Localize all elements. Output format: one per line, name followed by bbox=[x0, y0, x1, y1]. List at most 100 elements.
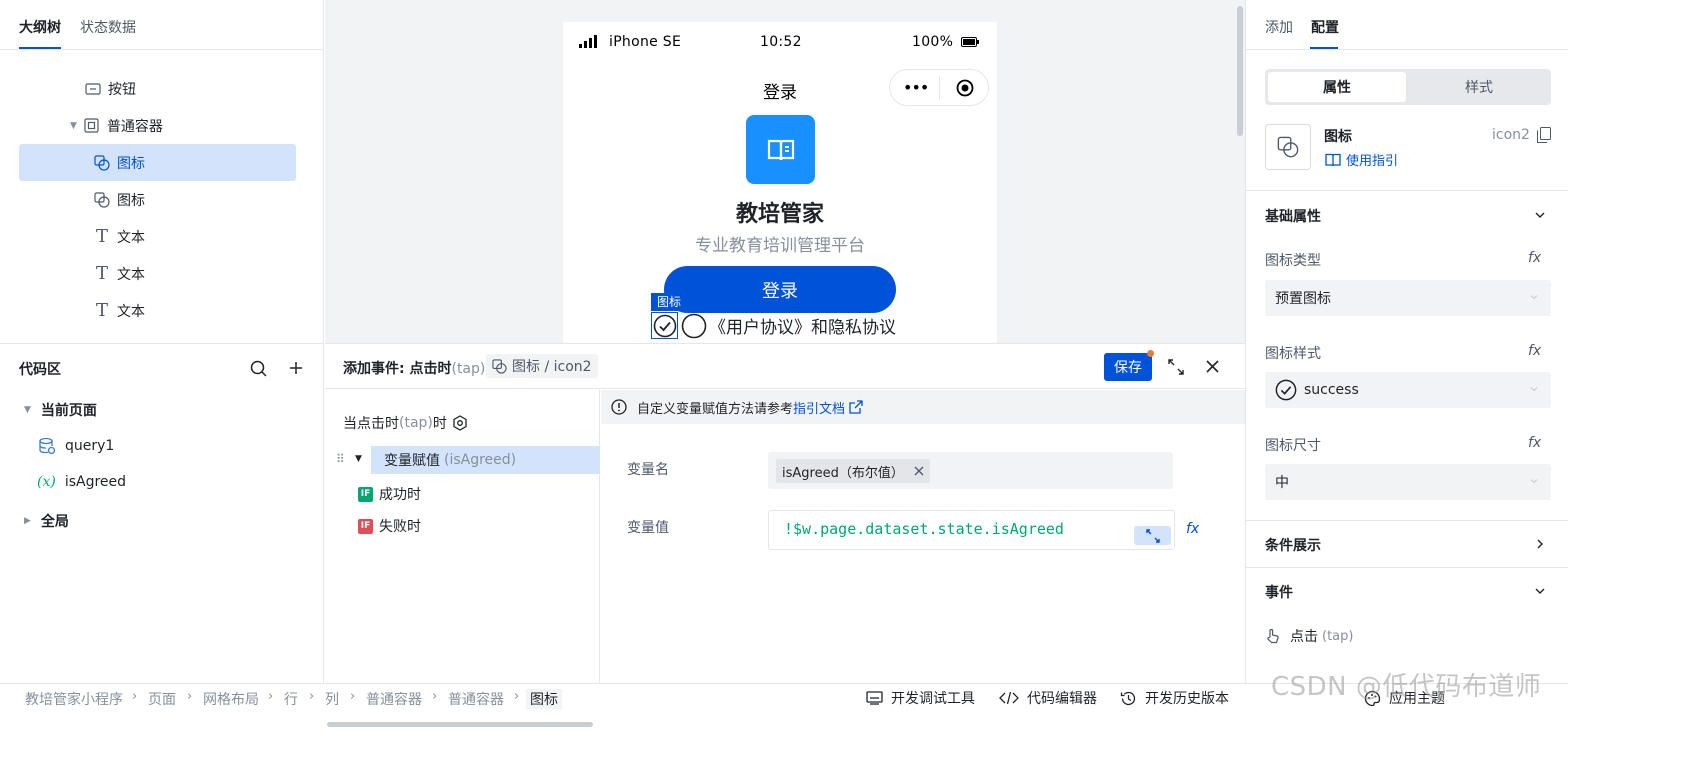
phone-preview: iPhone SE 10:52 100% 登录 ••• 教培管家 专业教育培训管… bbox=[563, 22, 997, 343]
agreement-text[interactable]: 《用户协议》和隐私协议 bbox=[709, 313, 896, 338]
design-canvas[interactable]: iPhone SE 10:52 100% 登录 ••• 教培管家 专业教育培训管… bbox=[325, 0, 1245, 343]
breadcrumb-item[interactable]: 页面 bbox=[148, 689, 176, 709]
component-id: icon2 bbox=[1492, 127, 1530, 143]
event-tap-item[interactable]: 点击 (tap) bbox=[1265, 626, 1353, 646]
database-icon bbox=[38, 437, 56, 455]
chevron-right-icon[interactable] bbox=[1534, 538, 1546, 550]
breadcrumb-item[interactable]: 网格布局 bbox=[203, 689, 259, 709]
trigger-node[interactable]: 当点击时 (tap) 时 bbox=[343, 413, 468, 433]
search-icon[interactable] bbox=[250, 360, 267, 377]
history-icon bbox=[1120, 691, 1136, 705]
drag-handle-icon[interactable]: ⠿ bbox=[336, 452, 345, 466]
tree-item-button[interactable]: 按钮 bbox=[84, 70, 136, 107]
selection-label: 图标 bbox=[651, 293, 688, 311]
icon-size-label: 图标尺寸 bbox=[1265, 438, 1321, 454]
breadcrumb-separator: › bbox=[132, 689, 138, 704]
add-icon[interactable] bbox=[289, 361, 303, 375]
code-editor-tool[interactable]: 代码编辑器 bbox=[999, 688, 1097, 708]
usage-guide-link[interactable]: 使用指引 bbox=[1325, 150, 1398, 169]
breadcrumb-current[interactable]: 图标 bbox=[526, 689, 562, 709]
breadcrumb-item[interactable]: 行 bbox=[284, 689, 298, 709]
if-fail-badge: IF bbox=[358, 518, 373, 534]
close-icon[interactable] bbox=[1206, 360, 1219, 373]
basic-props-title[interactable]: 基础属性 bbox=[1265, 206, 1321, 226]
var-name-field[interactable]: isAgreed（布尔值） bbox=[768, 452, 1173, 489]
copy-icon[interactable] bbox=[1537, 127, 1551, 143]
tree-item-text[interactable]: T 文本 bbox=[93, 218, 145, 255]
tree-item-text[interactable]: T 文本 bbox=[93, 255, 145, 292]
tree-item-text[interactable]: T 文本 bbox=[93, 292, 145, 329]
code-item-isagreed[interactable]: (𝑥) isAgreed bbox=[37, 474, 126, 490]
caret-down-icon[interactable]: ▼ bbox=[70, 121, 77, 131]
book-icon bbox=[767, 139, 794, 160]
component-chip: 图标 / icon2 bbox=[486, 354, 598, 378]
icon-style-select[interactable]: success bbox=[1265, 372, 1551, 408]
unsaved-dot bbox=[1147, 350, 1154, 357]
mini-program-capsule[interactable]: ••• bbox=[889, 69, 989, 106]
signal-icon bbox=[579, 35, 599, 48]
close-target-icon[interactable] bbox=[956, 79, 974, 97]
caret-right-icon: ▶ bbox=[24, 516, 31, 526]
text-component-icon: T bbox=[95, 263, 108, 284]
tree-item-icon-selected[interactable]: 图标 bbox=[19, 144, 296, 181]
tree-item-label: 普通容器 bbox=[106, 118, 163, 135]
dev-debug-tool[interactable]: 开发调试工具 bbox=[866, 688, 975, 708]
remove-tag-icon bbox=[914, 466, 924, 476]
global-group[interactable]: ▶ 全局 bbox=[24, 511, 69, 531]
login-button[interactable]: 登录 bbox=[664, 266, 896, 313]
var-value-code-input[interactable]: !$w.page.dataset.state.isAgreed bbox=[768, 510, 1175, 550]
chevron-down-icon bbox=[1529, 476, 1539, 486]
breadcrumb-item[interactable]: 教培管家小程序 bbox=[25, 689, 123, 709]
on-success-node[interactable]: IF 成功时 bbox=[358, 484, 421, 504]
fx-icon[interactable]: fx bbox=[1186, 521, 1199, 537]
on-fail-node[interactable]: IF 失败时 bbox=[358, 516, 421, 536]
tab-state-data[interactable]: 状态数据 bbox=[80, 17, 136, 37]
caret-down-icon[interactable]: ▼ bbox=[355, 454, 362, 464]
guide-doc-link[interactable]: 指引文档 bbox=[793, 398, 845, 417]
fx-icon[interactable]: fx bbox=[1528, 250, 1541, 266]
more-dots-icon[interactable]: ••• bbox=[903, 80, 929, 96]
unchecked-circle-icon[interactable] bbox=[681, 313, 707, 339]
history-versions-tool[interactable]: 开发历史版本 bbox=[1120, 688, 1229, 708]
fx-icon[interactable]: fx bbox=[1528, 343, 1541, 359]
condition-display-title[interactable]: 条件展示 bbox=[1265, 535, 1321, 555]
battery-percent: 100% bbox=[912, 34, 954, 50]
segment-properties[interactable]: 属性 bbox=[1268, 72, 1406, 102]
current-page-group[interactable]: ▼ 当前页面 bbox=[24, 400, 97, 420]
button-component-icon bbox=[84, 80, 102, 98]
tree-item-label: 图标 bbox=[117, 192, 145, 209]
divider bbox=[1246, 190, 1568, 191]
tree-item-icon[interactable]: 图标 bbox=[93, 181, 145, 218]
event-title: 添加事件: 点击时(tap) bbox=[343, 361, 486, 377]
tab-outline-tree[interactable]: 大纲树 bbox=[19, 17, 61, 37]
tab-add[interactable]: 添加 bbox=[1265, 17, 1293, 37]
chevron-down-icon[interactable] bbox=[1534, 209, 1546, 221]
csdn-watermark: CSDN @低代码布道师 bbox=[1271, 672, 1542, 702]
events-title[interactable]: 事件 bbox=[1265, 582, 1293, 602]
code-item-query1[interactable]: query1 bbox=[38, 437, 114, 455]
horizontal-scrollbar[interactable] bbox=[327, 722, 593, 727]
app-subtitle: 专业教育培训管理平台 bbox=[695, 236, 865, 256]
icon-style-label: 图标样式 bbox=[1265, 346, 1321, 362]
segment-style[interactable]: 样式 bbox=[1410, 72, 1548, 102]
fx-icon[interactable]: fx bbox=[1528, 435, 1541, 451]
tab-config[interactable]: 配置 bbox=[1311, 17, 1339, 37]
expand-editor-button[interactable] bbox=[1134, 526, 1171, 545]
icon-type-select[interactable]: 预置图标 bbox=[1265, 280, 1551, 316]
canvas-scrollbar[interactable] bbox=[1237, 6, 1243, 136]
breadcrumb-item[interactable]: 列 bbox=[325, 689, 339, 709]
code-area-panel: 代码区 ▼ 当前页面 query1 (𝑥) isAgreed ▶ 全局 bbox=[0, 343, 324, 683]
app-logo bbox=[746, 115, 815, 184]
fullscreen-icon[interactable] bbox=[1168, 359, 1184, 375]
breadcrumb-item[interactable]: 普通容器 bbox=[448, 689, 504, 709]
chevron-down-icon bbox=[1529, 292, 1539, 302]
config-tabs: 添加 配置 bbox=[1246, 0, 1568, 50]
chevron-down-icon[interactable] bbox=[1534, 585, 1546, 597]
breadcrumb-item[interactable]: 普通容器 bbox=[366, 689, 422, 709]
breadcrumb-separator: › bbox=[187, 689, 193, 704]
success-check-icon[interactable] bbox=[653, 314, 677, 338]
icon-size-select[interactable]: 中 bbox=[1265, 464, 1551, 500]
save-button[interactable]: 保存 bbox=[1104, 353, 1152, 381]
tree-item-container[interactable]: ▼ 普通容器 bbox=[70, 107, 163, 144]
assign-variable-node[interactable]: 变量赋值 (isAgreed) bbox=[371, 446, 600, 474]
